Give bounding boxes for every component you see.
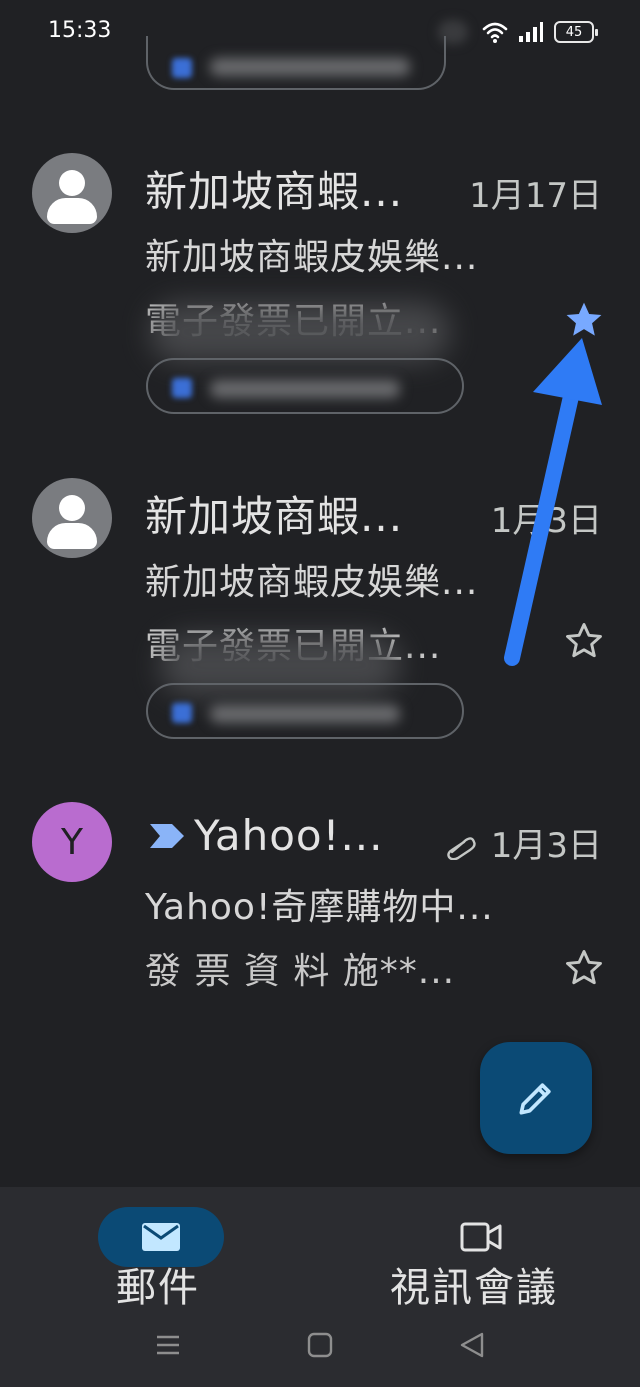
email-subject: 新加坡商蝦皮娛樂... [145,237,479,278]
mail-icon [142,1223,180,1251]
email-row[interactable]: Y Yahoo!... 1月3日 Yahoo!奇摩購物中... 發 票 資 料 … [0,790,640,1010]
star-icon[interactable] [562,619,606,663]
star-icon-filled[interactable] [562,298,606,342]
back-icon[interactable] [458,1331,486,1359]
system-navigation-bar [0,1317,640,1377]
email-snippet: 發 票 資 料 施**... [145,951,456,992]
email-date: 1月3日 [490,826,602,866]
nav-label-mail: 郵件 [116,1265,200,1311]
email-subject: 新加坡商蝦皮娛樂... [145,562,479,603]
home-icon[interactable] [306,1331,334,1359]
important-marker-icon [150,823,184,848]
attachment-file-icon [172,703,192,723]
video-icon [460,1222,502,1252]
pencil-icon [519,1083,551,1115]
signal-icon [519,22,543,42]
email-sender: Yahoo!... [194,811,384,860]
nav-tab-mail[interactable]: 郵件 [0,1197,260,1311]
email-date: 1月3日 [490,501,602,541]
status-time: 15:33 [48,18,112,43]
avatar: Y [32,802,112,882]
attachment-file-icon [172,378,192,398]
attachment-icon [447,837,476,860]
avatar [32,153,112,233]
wifi-icon [482,22,508,43]
attachment-chip-blurred[interactable] [146,358,464,414]
email-subject: Yahoo!奇摩購物中... [145,887,494,928]
battery-icon: 45 [554,21,598,43]
attachment-chip-blurred[interactable] [146,36,446,90]
star-icon[interactable] [562,946,606,990]
email-row[interactable]: 新加坡商蝦... 1月17日 新加坡商蝦皮娛樂... 電子發票已開立... [0,140,640,440]
email-sender: 新加坡商蝦... [145,167,404,216]
status-icons: 45 [482,18,598,46]
bottom-navigation: 郵件 視訊會議 [0,1187,640,1387]
attachment-file-icon [172,58,192,78]
nav-tab-meet[interactable]: 視訊會議 [370,1197,610,1311]
nav-label-meet: 視訊會議 [390,1265,558,1311]
compose-button[interactable] [480,1042,592,1154]
email-sender: 新加坡商蝦... [145,492,404,541]
menu-icon[interactable] [154,1331,182,1359]
gmail-inbox-screen: 15:33 45 新加坡商蝦... 1月17日 新加坡商蝦皮娛樂... 新加坡商… [0,0,640,1387]
email-sender-row: Yahoo!... [148,808,384,860]
battery-level: 45 [565,24,583,40]
email-date: 1月17日 [469,176,602,216]
avatar [32,478,112,558]
email-row[interactable]: 新加坡商蝦... 1月3日 新加坡商蝦皮娛樂... 電子發票已開立... [0,465,640,765]
attachment-chip-blurred[interactable] [146,683,464,739]
